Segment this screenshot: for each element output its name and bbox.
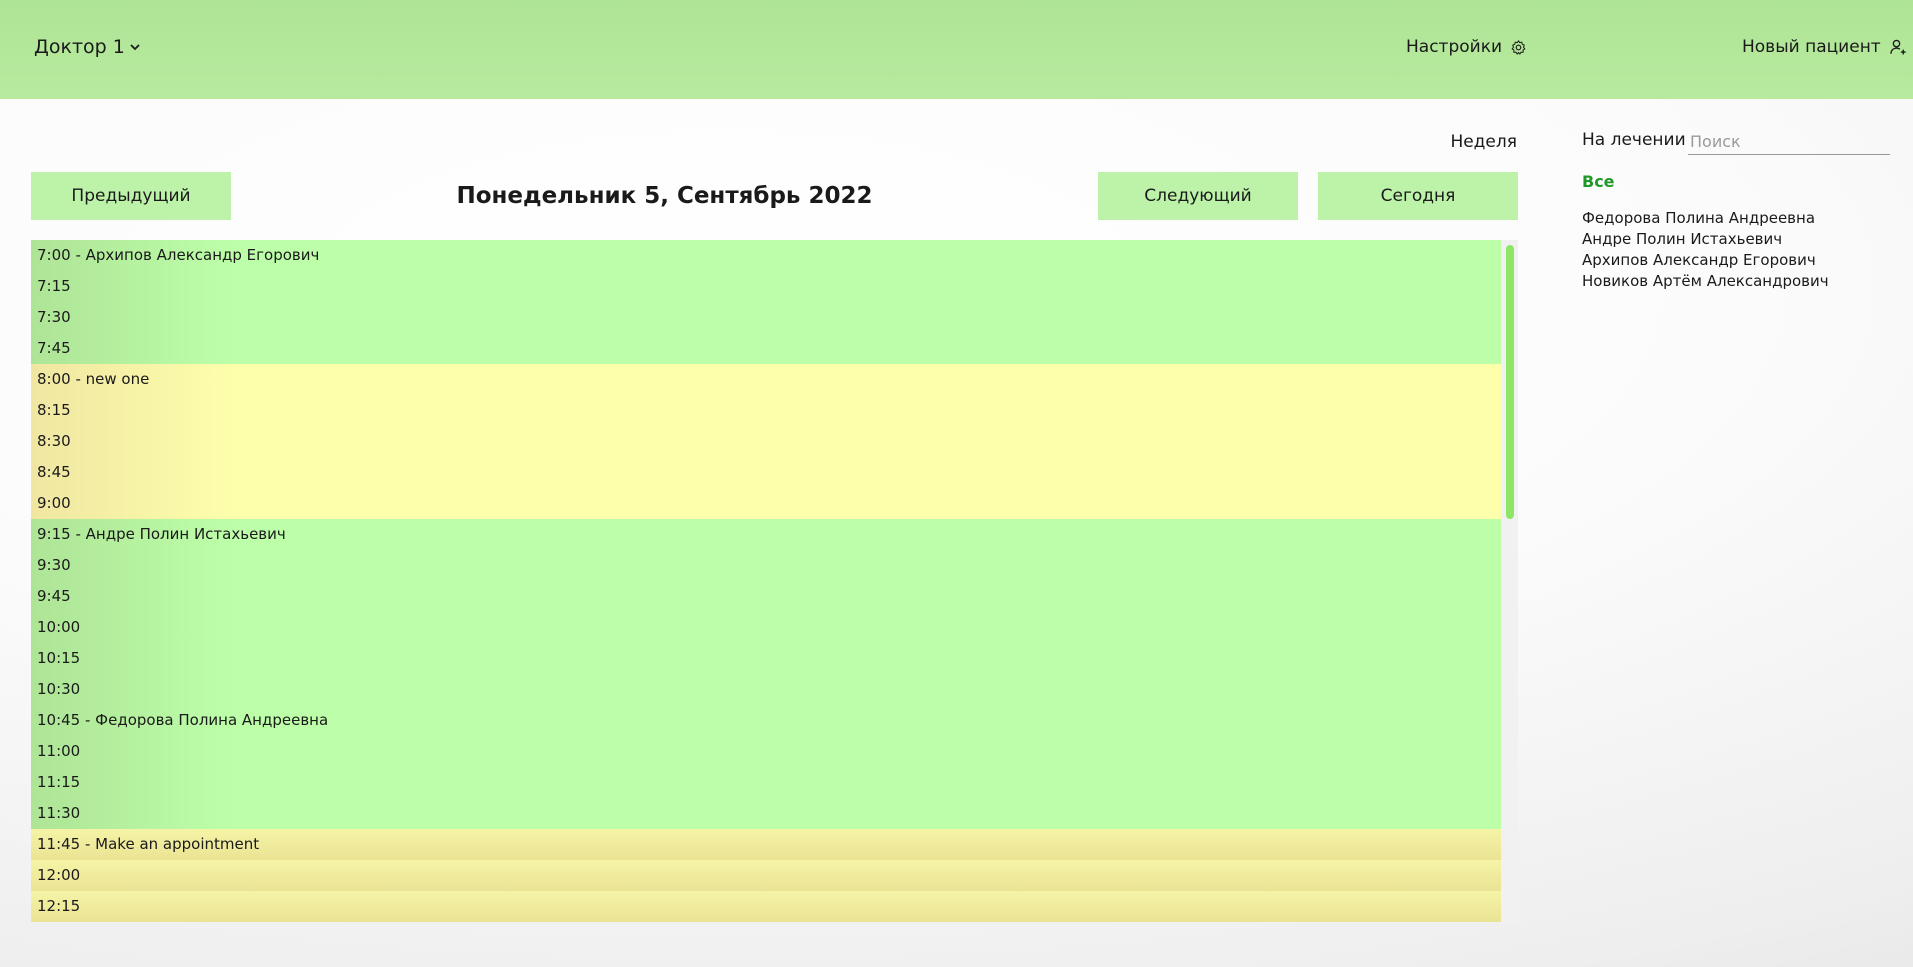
- patient-list: Федорова Полина Андреевна Андре Полин Ис…: [1582, 208, 1829, 292]
- time-slot[interactable]: 11:45 - Make an appointment: [31, 829, 1501, 860]
- time-slot[interactable]: 9:30: [31, 550, 1501, 581]
- time-slot[interactable]: 7:30: [31, 302, 1501, 333]
- time-slot[interactable]: 8:30: [31, 426, 1501, 457]
- settings-button[interactable]: Настройки: [1406, 37, 1527, 57]
- top-bar: Доктор 1 Настройки Новый пациент: [0, 0, 1913, 99]
- week-view-link[interactable]: Неделя: [1450, 132, 1517, 152]
- next-day-button[interactable]: Следующий: [1098, 172, 1298, 220]
- tab-in-treatment[interactable]: На лечении: [1582, 130, 1686, 150]
- time-slot[interactable]: 10:45 - Федорова Полина Андреевна: [31, 705, 1501, 736]
- time-slot[interactable]: 8:15: [31, 395, 1501, 426]
- settings-label: Настройки: [1406, 37, 1503, 57]
- time-slot[interactable]: 9:15 - Андре Полин Истахьевич: [31, 519, 1501, 550]
- time-slot[interactable]: 10:15: [31, 643, 1501, 674]
- time-slot[interactable]: 11:15: [31, 767, 1501, 798]
- today-button[interactable]: Сегодня: [1318, 172, 1518, 220]
- day-schedule[interactable]: 7:00 - Архипов Александр Егорович 7:15 7…: [31, 240, 1518, 924]
- time-slot[interactable]: 11:00: [31, 736, 1501, 767]
- patient-list-item[interactable]: Новиков Артём Александрович: [1582, 271, 1829, 292]
- time-slot[interactable]: 12:15: [31, 891, 1501, 922]
- patient-list-item[interactable]: Федорова Полина Андреевна: [1582, 208, 1829, 229]
- new-patient-label: Новый пациент: [1742, 37, 1881, 57]
- new-patient-button[interactable]: Новый пациент: [1742, 37, 1907, 57]
- time-slot[interactable]: 7:45: [31, 333, 1501, 364]
- time-slot-list: 7:00 - Архипов Александр Егорович 7:15 7…: [31, 240, 1501, 922]
- time-slot[interactable]: 8:00 - new one: [31, 364, 1501, 395]
- patient-search-input[interactable]: [1688, 128, 1890, 155]
- time-slot[interactable]: 7:15: [31, 271, 1501, 302]
- time-slot[interactable]: 10:30: [31, 674, 1501, 705]
- time-slot[interactable]: 7:00 - Архипов Александр Егорович: [31, 240, 1501, 271]
- user-plus-icon: [1889, 38, 1907, 56]
- chevron-down-icon: [129, 41, 141, 53]
- patient-list-item[interactable]: Андре Полин Истахьевич: [1582, 229, 1829, 250]
- time-slot[interactable]: 9:45: [31, 581, 1501, 612]
- filter-all[interactable]: Все: [1582, 172, 1615, 191]
- time-slot[interactable]: 12:00: [31, 860, 1501, 891]
- time-slot[interactable]: 8:45: [31, 457, 1501, 488]
- time-slot[interactable]: 9:00: [31, 488, 1501, 519]
- time-slot[interactable]: 10:00: [31, 612, 1501, 643]
- schedule-scrollbar-thumb[interactable]: [1506, 245, 1514, 519]
- current-date-title: Понедельник 5, Сентябрь 2022: [456, 183, 873, 209]
- time-slot[interactable]: 11:30: [31, 798, 1501, 829]
- gear-icon: [1510, 39, 1527, 56]
- doctor-label: Доктор 1: [34, 36, 125, 58]
- patient-list-item[interactable]: Архипов Александр Егорович: [1582, 250, 1829, 271]
- previous-day-button[interactable]: Предыдущий: [31, 172, 231, 220]
- doctor-selector[interactable]: Доктор 1: [34, 36, 141, 58]
